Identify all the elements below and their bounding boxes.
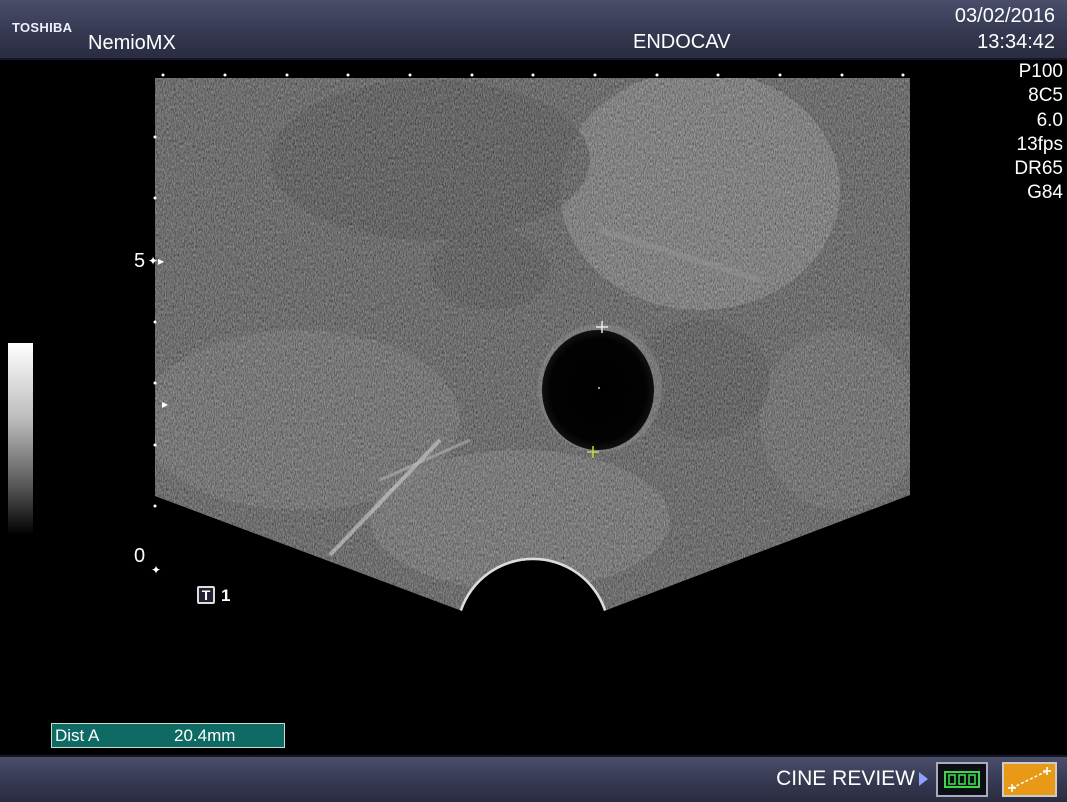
focus-marker-icon: ▸ xyxy=(162,397,169,411)
depth-label-0: 0 xyxy=(134,545,146,567)
cine-review-button[interactable] xyxy=(936,762,988,797)
exam-date: 03/02/2016 xyxy=(954,5,1055,27)
measurement-value: 20.4mm xyxy=(174,726,236,745)
cine-review-label: CINE REVIEW xyxy=(776,767,915,790)
lateral-scale-dots xyxy=(161,73,905,77)
distance-measurement-box: Dist A 20.4mm xyxy=(51,723,285,748)
grayscale-bar xyxy=(8,343,33,535)
film-strip-icon xyxy=(944,771,980,788)
depth-label-5: 5 xyxy=(134,250,146,272)
param-power: P100 xyxy=(1018,61,1063,82)
param-probe: 8C5 xyxy=(1028,85,1063,107)
measurement-label: Dist A xyxy=(55,726,100,745)
param-dynamic-range: DR65 xyxy=(1014,158,1063,180)
acquisition-params: P100 8C5 6.0 13fps DR65 G84 xyxy=(1014,60,1063,206)
param-gain: G84 xyxy=(1027,182,1063,204)
caliper-distance-icon xyxy=(1008,767,1051,792)
cine-play-arrow-icon xyxy=(919,772,928,786)
param-frequency: 6.0 xyxy=(1036,109,1063,131)
trace-marker-number: 1 xyxy=(221,586,231,605)
brand-logo: TOSHIBA xyxy=(12,20,73,35)
header-bar: TOSHIBA NemioMX ENDOCAV 03/02/2016 13:34… xyxy=(0,0,1067,60)
caliper-button[interactable] xyxy=(1002,762,1057,797)
depth-marker-icon: ✦▸ xyxy=(148,254,165,268)
param-frame-rate: 13fps xyxy=(1016,133,1063,155)
depth-origin-icon: ✦ xyxy=(151,563,162,577)
model-name: NemioMX xyxy=(88,32,176,54)
ultrasound-image xyxy=(153,73,910,611)
trace-marker-icon: T xyxy=(197,586,215,604)
footer-bar: CINE REVIEW xyxy=(0,755,1067,802)
exam-time: 13:34:42 xyxy=(977,31,1055,53)
probe-label: ENDOCAV xyxy=(633,31,731,53)
